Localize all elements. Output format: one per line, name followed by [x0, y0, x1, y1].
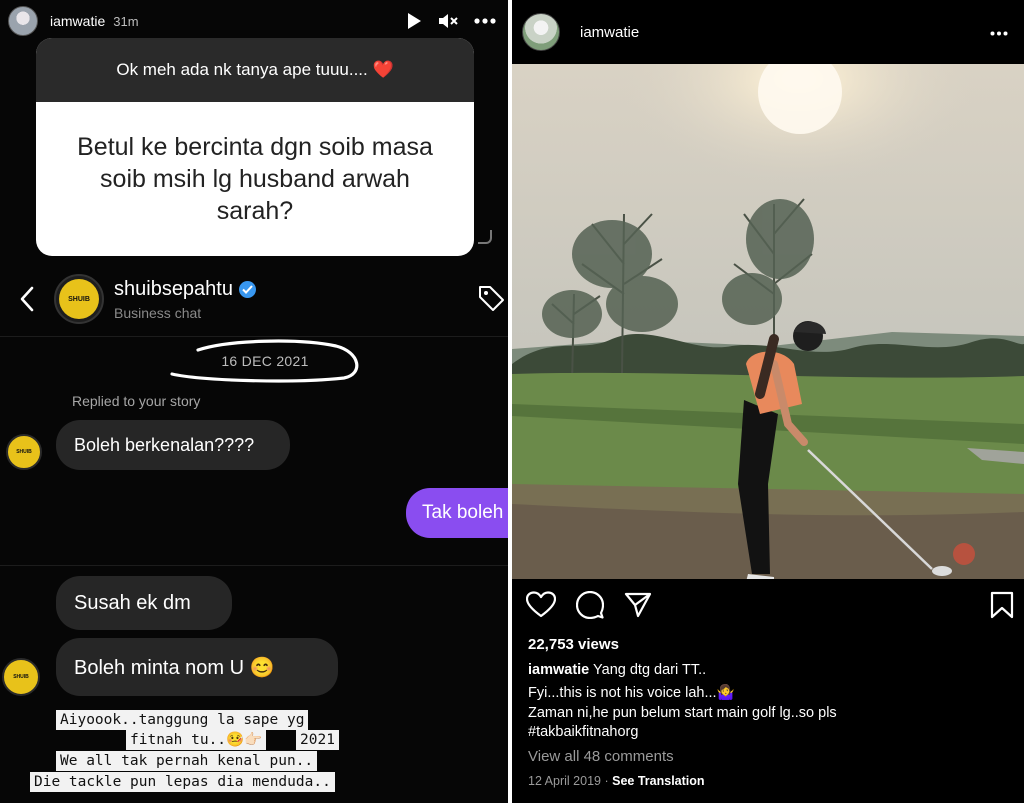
golf-scene: [512, 64, 1024, 579]
chat-date: 16 DEC 2021: [221, 353, 309, 369]
message-bubble: Susah ek dm: [56, 576, 232, 630]
bookmark-icon[interactable]: [990, 591, 1014, 624]
caption-username[interactable]: iamwatie: [528, 662, 589, 678]
caption-text: Fyi...this is not his voice lah...🤷‍♀️: [528, 685, 735, 701]
view-comments-link[interactable]: View all 48 comments: [528, 748, 674, 765]
divider-line: [0, 336, 508, 337]
business-avatar[interactable]: SHUIB: [54, 274, 104, 324]
story-time: 31m: [113, 13, 139, 29]
chevron-left-icon: [20, 286, 34, 312]
caption-text: Yang dtg dari TT..: [593, 662, 707, 678]
message-bubble-outgoing: Tak boleh: [406, 488, 508, 538]
post-date: 12 April 2019: [528, 774, 601, 788]
date-marker: 16 DEC 2021: [168, 338, 362, 390]
post-avatar[interactable]: [522, 13, 560, 51]
date-separator: ·: [604, 774, 609, 788]
verified-icon: [238, 280, 256, 298]
story-caption-line: Die tackle pun lepas dia menduda..: [30, 772, 335, 792]
like-icon[interactable]: [525, 591, 557, 623]
story-avatar[interactable]: [8, 6, 38, 36]
hashtag-link[interactable]: #takbaikfitnahorg: [528, 724, 638, 740]
story-username[interactable]: iamwatie: [50, 13, 105, 29]
post-header: iamwatie: [512, 0, 1024, 64]
message-text: Boleh minta nom U 😊: [74, 656, 275, 679]
story-header: iamwatie 31m: [8, 6, 508, 36]
story-caption-line: We all tak pernah kenal pun..: [56, 751, 318, 771]
story-caption-year: 2021: [296, 730, 339, 750]
tag-icon: [479, 286, 504, 311]
play-icon[interactable]: [406, 12, 422, 30]
question-header: Ok meh ada nk tanya ape tuuu.... ❤️: [36, 38, 474, 102]
post-panel: iamwatie 22,753 views iamwatie Yang dtg …: [512, 0, 1024, 803]
post-video[interactable]: [512, 64, 1024, 579]
message-text: Susah ek dm: [74, 591, 191, 614]
story-controls: [406, 12, 496, 30]
divider-line: [0, 565, 508, 566]
business-name-row[interactable]: shuibsepahtu: [114, 278, 256, 301]
question-body: Betul ke bercinta dgn soib masa soib msi…: [77, 133, 433, 225]
view-count[interactable]: 22,753 views: [528, 636, 619, 653]
story-panel: iamwatie 31m Ok meh ada nk tanya ape tuu…: [0, 0, 508, 803]
business-name: shuibsepahtu: [114, 277, 233, 300]
post-username[interactable]: iamwatie: [580, 24, 639, 41]
caption-first-line: iamwatie Yang dtg dari TT..: [528, 662, 706, 678]
sticker-corner: [478, 230, 492, 244]
story-caption-line: Aiyoook..tanggung la sape yg: [56, 710, 309, 730]
more-icon[interactable]: [474, 18, 496, 24]
post-date-row: 12 April 2019 · See Translation: [528, 774, 705, 788]
comment-icon[interactable]: [575, 590, 605, 624]
tag-button[interactable]: [476, 283, 508, 315]
more-icon[interactable]: [990, 23, 1008, 41]
message-text: Tak boleh: [422, 502, 504, 523]
message-bubble: Boleh minta nom U 😊: [56, 638, 338, 696]
message-text: Boleh berkenalan????: [74, 434, 255, 455]
business-subtitle: Business chat: [114, 304, 202, 321]
back-button[interactable]: [0, 286, 54, 312]
post-actions: [525, 590, 1014, 624]
sender-avatar[interactable]: SHUIB: [2, 658, 40, 696]
replied-label: Replied to your story: [72, 393, 201, 409]
sender-avatar[interactable]: SHUIB: [6, 434, 42, 470]
story-caption-line: fitnah tu..🤒👉🏻: [126, 730, 267, 750]
question-sticker: Ok meh ada nk tanya ape tuuu.... ❤️ Betu…: [36, 38, 474, 256]
mute-icon[interactable]: [438, 12, 458, 30]
see-translation-link[interactable]: See Translation: [612, 774, 704, 788]
message-bubble: Boleh berkenalan????: [56, 420, 290, 470]
share-icon[interactable]: [624, 592, 652, 623]
caption-text: Zaman ni,he pun belum start main golf lg…: [528, 705, 837, 721]
chat-header: SHUIB shuibsepahtu Business chat: [0, 268, 508, 330]
business-logo: SHUIB: [59, 279, 99, 319]
